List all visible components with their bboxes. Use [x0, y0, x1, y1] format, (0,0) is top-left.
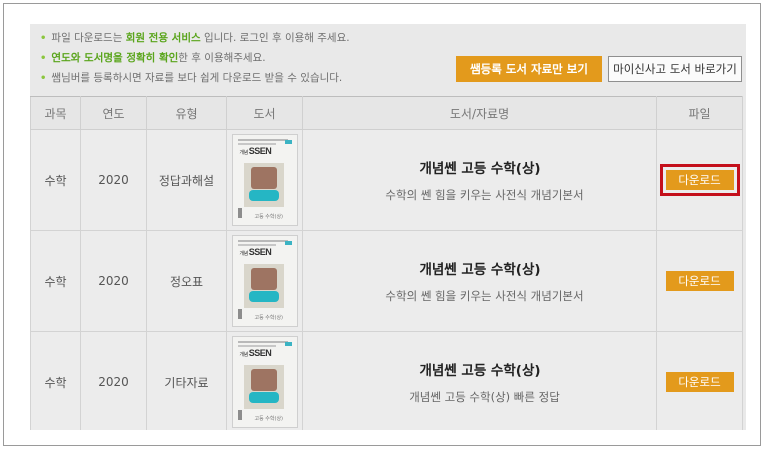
download-button[interactable]: 다운로드 [665, 271, 734, 291]
cell-year: 2020 [80, 331, 147, 430]
registered-books-button[interactable]: 쌤등록 도서 자료만 보기 [456, 56, 602, 82]
header-subject: 과목 [30, 96, 81, 130]
book-title: 개념쎈 고등 수학(상) [419, 161, 541, 177]
book-title: 개념쎈 고등 수학(상) [419, 262, 541, 278]
cover-brand: 개념SSEN [239, 348, 272, 358]
book-title: 개념쎈 고등 수학(상) [419, 363, 541, 379]
table-row: 수학 2020 정오표 개념SSEN 고등 수학(상) 개념쎈 고등 수학(상)… [30, 230, 743, 332]
table-header-row: 과목 연도 유형 도서 도서/자료명 파일 [30, 96, 743, 130]
download-button[interactable]: 다운로드 [665, 372, 734, 392]
cover-foot-text: 고등 수학(상) [254, 315, 284, 321]
cover-brown-shape [250, 167, 277, 189]
cover-brand: 개념SSEN [239, 247, 272, 257]
cover-corner-mark [284, 241, 292, 245]
cell-subject: 수학 [30, 129, 81, 231]
bullet-icon: • [40, 33, 47, 44]
table-row: 수학 2020 기타자료 개념SSEN 고등 수학(상) 개념쎈 고등 수학(상… [30, 331, 743, 430]
cell-subject: 수학 [30, 331, 81, 430]
bullet-icon: • [40, 73, 47, 84]
cell-type: 정오표 [146, 230, 227, 332]
cell-type: 정답과해설 [146, 129, 227, 231]
download-button[interactable]: 다운로드 [665, 170, 734, 190]
book-cover-image[interactable]: 개념SSEN 고등 수학(상) [231, 235, 298, 327]
cell-book: 개념SSEN 고등 수학(상) [226, 129, 303, 231]
book-description: 수학의 쎈 힘을 키우는 사전식 개념기본서 [385, 289, 584, 303]
cover-teal-shape [248, 190, 279, 201]
cell-book: 개념SSEN 고등 수학(상) [226, 331, 303, 430]
cell-file: 다운로드 [656, 331, 743, 430]
header-title: 도서/자료명 [302, 96, 657, 130]
cover-brown-shape [250, 369, 277, 391]
cover-teal-shape [248, 291, 279, 302]
table-row: 수학 2020 정답과해설 개념SSEN 고등 수학(상) 개념쎈 고등 수학(… [30, 129, 743, 231]
book-cover-image[interactable]: 개념SSEN 고등 수학(상) [231, 134, 298, 226]
notice-item-1: • 파일 다운로드는 회원 전용 서비스 입니다. 로그인 후 이용해 주세요. [40, 32, 350, 44]
book-description: 수학의 쎈 힘을 키우는 사전식 개념기본서 [385, 188, 584, 202]
book-description: 개념쎈 고등 수학(상) 빠른 정답 [409, 390, 560, 404]
cell-book: 개념SSEN 고등 수학(상) [226, 230, 303, 332]
resource-panel: • 파일 다운로드는 회원 전용 서비스 입니다. 로그인 후 이용해 주세요. … [30, 24, 746, 430]
header-year: 연도 [80, 96, 147, 130]
my-books-button[interactable]: 마이신사고 도서 바로가기 [608, 56, 742, 82]
cell-title: 개념쎈 고등 수학(상) 개념쎈 고등 수학(상) 빠른 정답 [302, 331, 657, 430]
cell-file: 다운로드 [656, 230, 743, 332]
cell-title: 개념쎈 고등 수학(상) 수학의 쎈 힘을 키우는 사전식 개념기본서 [302, 230, 657, 332]
cell-type: 기타자료 [146, 331, 227, 430]
cell-year: 2020 [80, 230, 147, 332]
cell-year: 2020 [80, 129, 147, 231]
cell-title: 개념쎈 고등 수학(상) 수학의 쎈 힘을 키우는 사전식 개념기본서 [302, 129, 657, 231]
cell-subject: 수학 [30, 230, 81, 332]
cell-file: 다운로드 [656, 129, 743, 231]
cover-corner-mark [284, 342, 292, 346]
notice-item-3: • 쌤님버를 등록하시면 자료를 보다 쉽게 다운로드 받을 수 있습니다. [40, 72, 343, 84]
cover-foot-text: 고등 수학(상) [254, 214, 284, 220]
cover-brown-shape [250, 268, 277, 290]
header-book: 도서 [226, 96, 303, 130]
book-cover-image[interactable]: 개념SSEN 고등 수학(상) [231, 336, 298, 428]
cover-teal-shape [248, 392, 279, 403]
header-type: 유형 [146, 96, 227, 130]
screenshot-frame: • 파일 다운로드는 회원 전용 서비스 입니다. 로그인 후 이용해 주세요. … [3, 3, 761, 446]
cover-corner-mark [284, 140, 292, 144]
notice-item-2: • 연도와 도서명을 정확히 확인한 후 이용해주세요. [40, 52, 266, 64]
cover-foot-text: 고등 수학(상) [254, 416, 284, 422]
cover-brand: 개념SSEN [239, 146, 272, 156]
notice-list: • 파일 다운로드는 회원 전용 서비스 입니다. 로그인 후 이용해 주세요. … [40, 28, 460, 88]
resource-table: 과목 연도 유형 도서 도서/자료명 파일 수학 2020 정답과해설 개념SS… [30, 96, 743, 430]
bullet-icon: • [40, 53, 47, 64]
header-file: 파일 [656, 96, 743, 130]
